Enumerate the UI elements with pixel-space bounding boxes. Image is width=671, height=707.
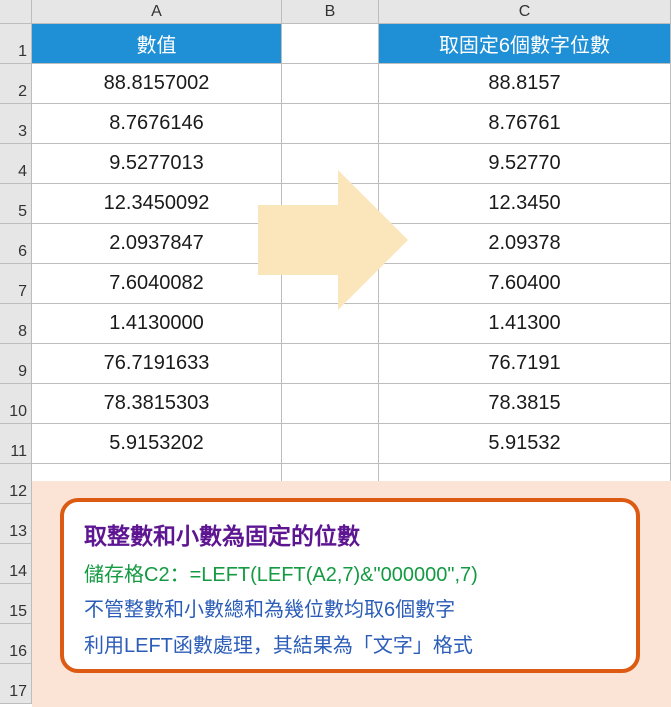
cell-b11[interactable] (282, 424, 379, 464)
cell-b8[interactable] (282, 304, 379, 344)
cell-a2[interactable]: 88.8157002 (32, 64, 282, 104)
select-all-corner[interactable] (0, 0, 32, 24)
row-header[interactable]: 2 (0, 64, 32, 104)
row-header[interactable]: 3 (0, 104, 32, 144)
cell-c6[interactable]: 2.09378 (379, 224, 671, 264)
row-header[interactable]: 15 (0, 584, 32, 624)
cell-c10[interactable]: 78.3815 (379, 384, 671, 424)
cell-c1[interactable]: 取固定6個數字位數 (379, 24, 671, 64)
row-header[interactable]: 14 (0, 544, 32, 584)
cell-c2[interactable]: 88.8157 (379, 64, 671, 104)
cell-b7[interactable] (282, 264, 379, 304)
cell-a10[interactable]: 78.3815303 (32, 384, 282, 424)
row-header[interactable]: 5 (0, 184, 32, 224)
row-header[interactable]: 13 (0, 504, 32, 544)
row-header[interactable]: 17 (0, 664, 32, 704)
col-header-b[interactable]: B (282, 0, 379, 24)
cell-a11[interactable]: 5.9153202 (32, 424, 282, 464)
row-header[interactable]: 10 (0, 384, 32, 424)
cell-b5[interactable] (282, 184, 379, 224)
cell-a5[interactable]: 12.3450092 (32, 184, 282, 224)
row-header[interactable]: 1 (0, 24, 32, 64)
cell-a1[interactable]: 數值 (32, 24, 282, 64)
cell-b10[interactable] (282, 384, 379, 424)
row-header[interactable]: 4 (0, 144, 32, 184)
row-header[interactable]: 16 (0, 624, 32, 664)
cell-c7[interactable]: 7.60400 (379, 264, 671, 304)
cell-a4[interactable]: 9.5277013 (32, 144, 282, 184)
cell-a9[interactable]: 76.7191633 (32, 344, 282, 384)
row-header[interactable]: 8 (0, 304, 32, 344)
cell-b2[interactable] (282, 64, 379, 104)
cell-b1[interactable] (282, 24, 379, 64)
box-formula: 儲存格C2：=LEFT(LEFT(A2,7)&"000000",7) (84, 558, 616, 587)
cell-b6[interactable] (282, 224, 379, 264)
box-title: 取整數和小數為固定的位數 (84, 517, 616, 551)
box-note-2: 利用LEFT函數處理，其結果為「文字」格式 (84, 629, 616, 658)
cell-a6[interactable]: 2.0937847 (32, 224, 282, 264)
cell-b4[interactable] (282, 144, 379, 184)
row-header[interactable]: 9 (0, 344, 32, 384)
cell-a8[interactable]: 1.4130000 (32, 304, 282, 344)
row-header[interactable]: 6 (0, 224, 32, 264)
cell-c9[interactable]: 76.7191 (379, 344, 671, 384)
cell-c3[interactable]: 8.76761 (379, 104, 671, 144)
cell-a7[interactable]: 7.6040082 (32, 264, 282, 304)
cell-c5[interactable]: 12.3450 (379, 184, 671, 224)
cell-c11[interactable]: 5.91532 (379, 424, 671, 464)
box-note-1: 不管整數和小數總和為幾位數均取6個數字 (84, 593, 616, 622)
cell-a3[interactable]: 8.7676146 (32, 104, 282, 144)
explanation-box: 取整數和小數為固定的位數 儲存格C2：=LEFT(LEFT(A2,7)&"000… (60, 498, 640, 673)
col-header-a[interactable]: A (32, 0, 282, 24)
cell-c4[interactable]: 9.52770 (379, 144, 671, 184)
cell-b9[interactable] (282, 344, 379, 384)
row-header[interactable]: 12 (0, 464, 32, 504)
row-header[interactable]: 11 (0, 424, 32, 464)
cell-c8[interactable]: 1.41300 (379, 304, 671, 344)
row-header[interactable]: 7 (0, 264, 32, 304)
cell-b3[interactable] (282, 104, 379, 144)
col-header-c[interactable]: C (379, 0, 671, 24)
